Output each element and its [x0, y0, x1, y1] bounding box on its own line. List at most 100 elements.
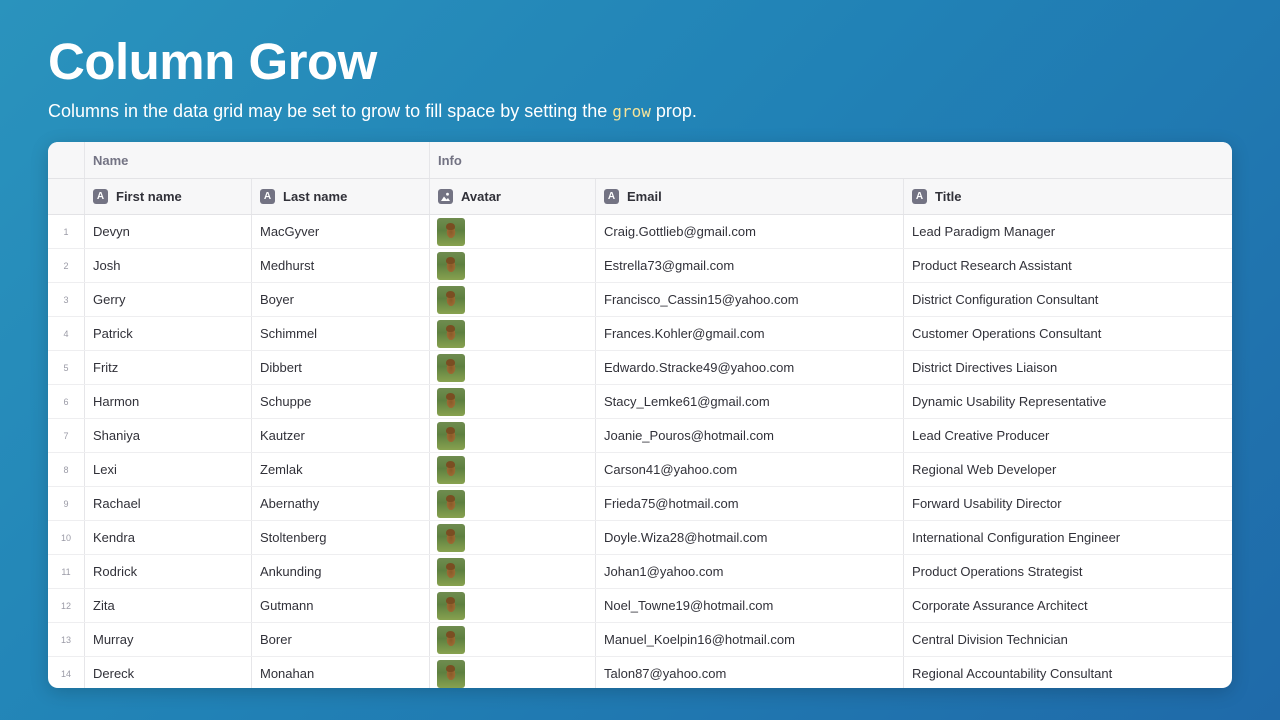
cell-avatar[interactable] — [430, 419, 596, 452]
cell-avatar[interactable] — [430, 317, 596, 350]
cell-first-name[interactable]: Rachael — [85, 487, 252, 520]
cell-title[interactable]: International Configuration Engineer — [904, 521, 1232, 554]
cell-first-name[interactable]: Josh — [85, 249, 252, 282]
cell-last-name[interactable]: Medhurst — [252, 249, 430, 282]
cell-last-name[interactable]: Dibbert — [252, 351, 430, 384]
row-marker-header[interactable] — [48, 179, 85, 214]
cell-email[interactable]: Francisco_Cassin15@yahoo.com — [596, 283, 904, 316]
cell-email[interactable]: Noel_Towne19@hotmail.com — [596, 589, 904, 622]
row-marker[interactable]: 8 — [48, 453, 85, 486]
cell-first-name[interactable]: Kendra — [85, 521, 252, 554]
cell-email[interactable]: Manuel_Koelpin16@hotmail.com — [596, 623, 904, 656]
cell-email[interactable]: Carson41@yahoo.com — [596, 453, 904, 486]
cell-avatar[interactable] — [430, 351, 596, 384]
table-row[interactable]: 14 Dereck Monahan Talon87@yahoo.com Regional… — [48, 657, 1232, 688]
cell-first-name[interactable]: Lexi — [85, 453, 252, 486]
row-marker[interactable]: 11 — [48, 555, 85, 588]
cell-last-name[interactable]: Abernathy — [252, 487, 430, 520]
row-marker[interactable]: 1 — [48, 215, 85, 248]
cell-avatar[interactable] — [430, 589, 596, 622]
table-row[interactable]: 7 Shaniya Kautzer Joanie_Pouros@hotmail.com… — [48, 419, 1232, 453]
row-marker[interactable]: 7 — [48, 419, 85, 452]
cell-title[interactable]: District Configuration Consultant — [904, 283, 1232, 316]
cell-title[interactable]: Product Operations Strategist — [904, 555, 1232, 588]
cell-last-name[interactable]: Borer — [252, 623, 430, 656]
cell-first-name[interactable]: Harmon — [85, 385, 252, 418]
table-row[interactable]: 2 Josh Medhurst Estrella73@gmail.com Product… — [48, 249, 1232, 283]
cell-first-name[interactable]: Zita — [85, 589, 252, 622]
cell-title[interactable]: Forward Usability Director — [904, 487, 1232, 520]
column-header-first-name[interactable]: A First name — [85, 179, 252, 214]
cell-avatar[interactable] — [430, 215, 596, 248]
cell-last-name[interactable]: Schimmel — [252, 317, 430, 350]
row-marker[interactable]: 9 — [48, 487, 85, 520]
cell-first-name[interactable]: Devyn — [85, 215, 252, 248]
group-header-name[interactable]: Name — [85, 142, 430, 178]
cell-email[interactable]: Joanie_Pouros@hotmail.com — [596, 419, 904, 452]
row-marker[interactable]: 4 — [48, 317, 85, 350]
row-marker[interactable]: 3 — [48, 283, 85, 316]
cell-email[interactable]: Frances.Kohler@gmail.com — [596, 317, 904, 350]
cell-first-name[interactable]: Rodrick — [85, 555, 252, 588]
cell-avatar[interactable] — [430, 385, 596, 418]
cell-avatar[interactable] — [430, 249, 596, 282]
cell-email[interactable]: Craig.Gottlieb@gmail.com — [596, 215, 904, 248]
row-marker[interactable]: 6 — [48, 385, 85, 418]
column-header-title[interactable]: A Title — [904, 179, 1232, 214]
table-row[interactable]: 4 Patrick Schimmel Frances.Kohler@gmail.com… — [48, 317, 1232, 351]
row-marker[interactable]: 14 — [48, 657, 85, 688]
cell-email[interactable]: Talon87@yahoo.com — [596, 657, 904, 688]
cell-title[interactable]: Corporate Assurance Architect — [904, 589, 1232, 622]
cell-title[interactable]: Regional Web Developer — [904, 453, 1232, 486]
cell-title[interactable]: District Directives Liaison — [904, 351, 1232, 384]
cell-email[interactable]: Johan1@yahoo.com — [596, 555, 904, 588]
cell-last-name[interactable]: MacGyver — [252, 215, 430, 248]
cell-first-name[interactable]: Dereck — [85, 657, 252, 688]
cell-last-name[interactable]: Kautzer — [252, 419, 430, 452]
table-row[interactable]: 3 Gerry Boyer Francisco_Cassin15@yahoo.com D… — [48, 283, 1232, 317]
cell-first-name[interactable]: Shaniya — [85, 419, 252, 452]
cell-first-name[interactable]: Gerry — [85, 283, 252, 316]
table-row[interactable]: 8 Lexi Zemlak Carson41@yahoo.com Regional We… — [48, 453, 1232, 487]
cell-avatar[interactable] — [430, 555, 596, 588]
row-marker[interactable]: 12 — [48, 589, 85, 622]
cell-email[interactable]: Doyle.Wiza28@hotmail.com — [596, 521, 904, 554]
cell-title[interactable]: Dynamic Usability Representative — [904, 385, 1232, 418]
cell-last-name[interactable]: Monahan — [252, 657, 430, 688]
cell-avatar[interactable] — [430, 453, 596, 486]
cell-title[interactable]: Central Division Technician — [904, 623, 1232, 656]
cell-title[interactable]: Lead Paradigm Manager — [904, 215, 1232, 248]
cell-last-name[interactable]: Gutmann — [252, 589, 430, 622]
data-grid[interactable]: Name Info A First name A Last name Avata… — [48, 142, 1232, 688]
table-row[interactable]: 12 Zita Gutmann Noel_Towne19@hotmail.com Cor… — [48, 589, 1232, 623]
cell-last-name[interactable]: Ankunding — [252, 555, 430, 588]
group-header-info[interactable]: Info — [430, 142, 1232, 178]
cell-last-name[interactable]: Stoltenberg — [252, 521, 430, 554]
cell-avatar[interactable] — [430, 487, 596, 520]
table-row[interactable]: 6 Harmon Schuppe Stacy_Lemke61@gmail.com Dyn… — [48, 385, 1232, 419]
table-row[interactable]: 5 Fritz Dibbert Edwardo.Stracke49@yahoo.com… — [48, 351, 1232, 385]
cell-avatar[interactable] — [430, 623, 596, 656]
column-header-avatar[interactable]: Avatar — [430, 179, 596, 214]
row-marker[interactable]: 13 — [48, 623, 85, 656]
cell-first-name[interactable]: Patrick — [85, 317, 252, 350]
cell-title[interactable]: Customer Operations Consultant — [904, 317, 1232, 350]
table-row[interactable]: 10 Kendra Stoltenberg Doyle.Wiza28@hotmail.… — [48, 521, 1232, 555]
cell-last-name[interactable]: Zemlak — [252, 453, 430, 486]
column-header-last-name[interactable]: A Last name — [252, 179, 430, 214]
cell-title[interactable]: Lead Creative Producer — [904, 419, 1232, 452]
table-row[interactable]: 11 Rodrick Ankunding Johan1@yahoo.com Produc… — [48, 555, 1232, 589]
row-marker[interactable]: 10 — [48, 521, 85, 554]
cell-email[interactable]: Stacy_Lemke61@gmail.com — [596, 385, 904, 418]
table-row[interactable]: 13 Murray Borer Manuel_Koelpin16@hotmail.co… — [48, 623, 1232, 657]
cell-last-name[interactable]: Schuppe — [252, 385, 430, 418]
cell-email[interactable]: Frieda75@hotmail.com — [596, 487, 904, 520]
cell-title[interactable]: Regional Accountability Consultant — [904, 657, 1232, 688]
cell-last-name[interactable]: Boyer — [252, 283, 430, 316]
cell-title[interactable]: Product Research Assistant — [904, 249, 1232, 282]
cell-avatar[interactable] — [430, 521, 596, 554]
table-row[interactable]: 9 Rachael Abernathy Frieda75@hotmail.com For… — [48, 487, 1232, 521]
cell-email[interactable]: Estrella73@gmail.com — [596, 249, 904, 282]
column-header-email[interactable]: A Email — [596, 179, 904, 214]
row-marker[interactable]: 5 — [48, 351, 85, 384]
